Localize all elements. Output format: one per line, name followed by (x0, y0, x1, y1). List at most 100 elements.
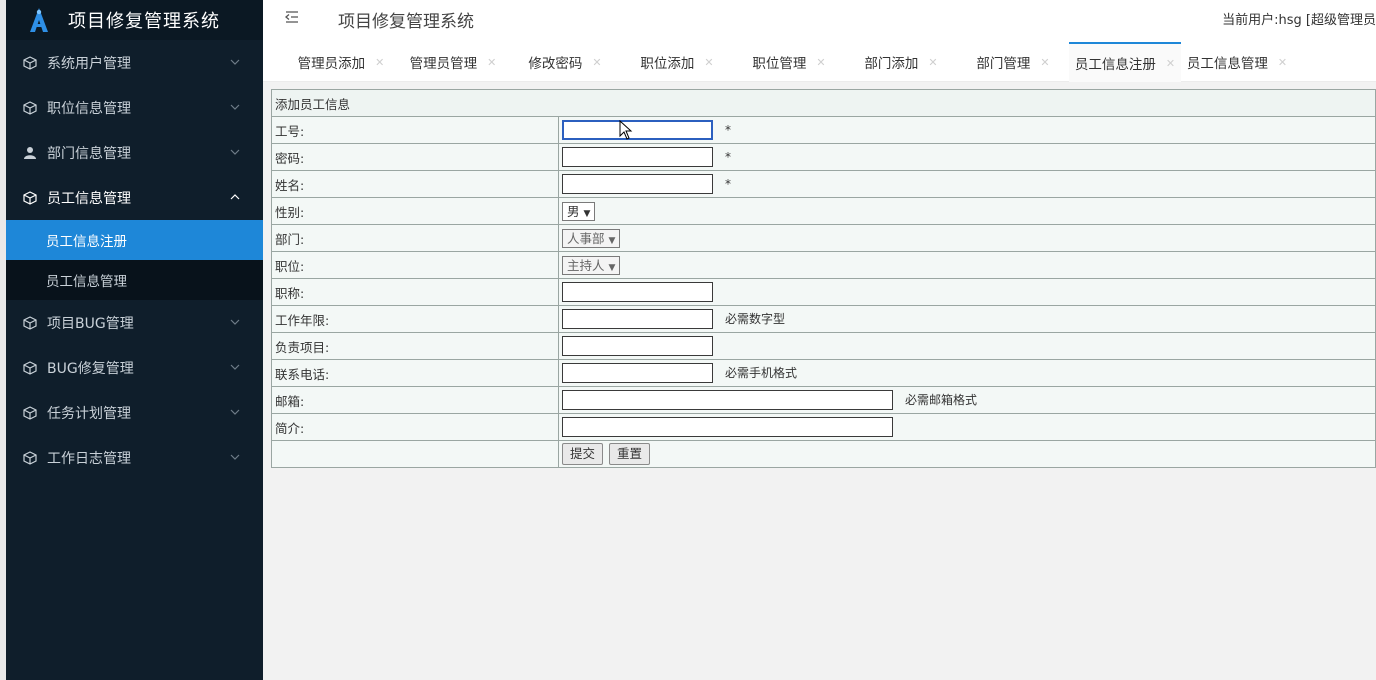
sidebar: 项目修复管理系统 系统用户管理 职位信息管理 部门信息管理 员工信息管理 员工信… (0, 0, 263, 680)
cube-icon (23, 450, 37, 465)
gender-select[interactable]: 男 ▼ (562, 201, 596, 221)
form-caption: 添加员工信息 (271, 89, 1376, 117)
tab-bar: 管理员添加 ✕ 管理员管理 ✕ 修改密码 ✕ 职位添加 ✕ 职位管理 ✕ 部门添加 ✕ 部门… (263, 42, 1376, 82)
form-row: 职称: (271, 278, 1376, 306)
tab-department-add[interactable]: 部门添加 ✕ (845, 42, 957, 82)
chevron-down-icon (230, 409, 240, 415)
sidebar-item-positions[interactable]: 职位信息管理 (6, 85, 263, 130)
form-row: 提交 重置 (271, 440, 1376, 468)
reset-button[interactable]: 重置 (609, 443, 651, 465)
field-label: 职位: (271, 251, 559, 279)
cube-icon (23, 55, 37, 70)
cube-icon (23, 405, 37, 420)
sidebar-item-label: BUG修复管理 (47, 360, 134, 377)
position-select[interactable]: 主持人 ▼ (562, 255, 621, 275)
close-icon[interactable]: ✕ (1040, 56, 1049, 69)
title-input[interactable] (562, 282, 713, 302)
employee-form-table: 添加员工信息 工号: * 密码: * 姓名: * 性别: 男 ▼ 部门: 人事部 ▼… (271, 89, 1376, 468)
cube-icon (23, 100, 37, 115)
sidebar-item-system-users[interactable]: 系统用户管理 (6, 40, 263, 85)
required-mark: * (725, 176, 731, 191)
close-icon[interactable]: ✕ (375, 56, 384, 69)
select-value: 人事部 (567, 230, 605, 246)
chevron-down-icon (230, 59, 240, 65)
tab-position-add[interactable]: 职位添加 ✕ (621, 42, 733, 82)
tab-label: 职位添加 (640, 56, 695, 72)
sidebar-item-label: 员工信息管理 (47, 190, 131, 207)
sidebar-menu: 系统用户管理 职位信息管理 部门信息管理 员工信息管理 员工信息注册 员工信息管… (6, 40, 263, 480)
sidebar-item-label: 部门信息管理 (47, 145, 131, 162)
sidebar-item-task-plans[interactable]: 任务计划管理 (6, 390, 263, 435)
cube-icon (23, 190, 37, 205)
field-label: 姓名: (271, 170, 559, 198)
sidebar-subitem-employee-manage[interactable]: 员工信息管理 (6, 260, 263, 300)
tab-department-manage[interactable]: 部门管理 ✕ (957, 42, 1069, 82)
dropdown-arrow-icon: ▼ (583, 208, 591, 219)
sidebar-item-work-logs[interactable]: 工作日志管理 (6, 435, 263, 480)
sidebar-item-departments[interactable]: 部门信息管理 (6, 130, 263, 175)
sidebar-item-bug-fixes[interactable]: BUG修复管理 (6, 345, 263, 390)
tab-label: 员工信息注册 (1074, 57, 1156, 73)
sidebar-item-label: 任务计划管理 (47, 405, 131, 422)
field-label: 简介: (271, 413, 559, 441)
dropdown-arrow-icon: ▼ (608, 235, 616, 246)
form-row: 工号: * (271, 116, 1376, 144)
tab-label: 修改密码 (528, 56, 583, 72)
chevron-up-icon (230, 194, 240, 200)
sidebar-item-project-bugs[interactable]: 项目BUG管理 (6, 300, 263, 345)
form-row: 密码: * (271, 143, 1376, 171)
intro-input[interactable] (562, 417, 893, 437)
sidebar-item-label: 工作日志管理 (47, 450, 131, 467)
department-select[interactable]: 人事部 ▼ (562, 228, 621, 248)
form-row: 姓名: * (271, 170, 1376, 198)
submenu-employees: 员工信息注册 员工信息管理 (6, 220, 263, 300)
work-years-input[interactable] (562, 309, 713, 329)
form-row: 联系电话: 必需手机格式 (271, 359, 1376, 387)
password-input[interactable] (562, 147, 713, 167)
required-mark: * (725, 122, 731, 137)
close-icon[interactable]: ✕ (704, 56, 713, 69)
tab-employee-manage[interactable]: 员工信息管理 ✕ (1181, 42, 1293, 82)
sidebar-item-label: 系统用户管理 (47, 55, 131, 72)
tab-position-manage[interactable]: 职位管理 ✕ (733, 42, 845, 82)
close-icon[interactable]: ✕ (1166, 57, 1175, 70)
close-icon[interactable]: ✕ (592, 56, 601, 69)
menu-toggle-icon[interactable] (283, 8, 301, 26)
close-icon[interactable]: ✕ (1278, 56, 1287, 69)
user-icon (23, 146, 37, 160)
tab-employee-register[interactable]: 员工信息注册 ✕ (1069, 42, 1181, 82)
form-row: 工作年限: 必需数字型 (271, 305, 1376, 333)
tab-admin-add[interactable]: 管理员添加 ✕ (285, 42, 397, 82)
form-row: 邮箱: 必需邮箱格式 (271, 386, 1376, 414)
project-input[interactable] (562, 336, 713, 356)
field-label: 邮箱: (271, 386, 559, 414)
form-row: 简介: (271, 413, 1376, 441)
chevron-down-icon (230, 319, 240, 325)
mouse-cursor-icon (619, 120, 633, 140)
current-user[interactable]: 当前用户:hsg [超级管理员 (1222, 9, 1376, 28)
submit-button[interactable]: 提交 (562, 443, 604, 465)
close-icon[interactable]: ✕ (487, 56, 496, 69)
empty-cell (271, 440, 559, 468)
name-input[interactable] (562, 174, 713, 194)
select-value: 主持人 (567, 257, 605, 273)
emp-no-input[interactable] (562, 120, 713, 140)
field-hint: 必需数字型 (725, 311, 786, 326)
close-icon[interactable]: ✕ (816, 56, 825, 69)
form-row: 职位: 主持人 ▼ (271, 251, 1376, 279)
sidebar-item-label: 职位信息管理 (47, 100, 131, 117)
phone-input[interactable] (562, 363, 713, 383)
cube-icon (23, 360, 37, 375)
tab-change-password[interactable]: 修改密码 ✕ (509, 42, 621, 82)
close-icon[interactable]: ✕ (928, 56, 937, 69)
chevron-down-icon (230, 364, 240, 370)
sidebar-subitem-employee-register[interactable]: 员工信息注册 (6, 220, 263, 260)
select-value: 男 (567, 203, 580, 219)
sidebar-item-employees[interactable]: 员工信息管理 (6, 175, 263, 220)
field-label: 工作年限: (271, 305, 559, 333)
tab-admin-manage[interactable]: 管理员管理 ✕ (397, 42, 509, 82)
form-row: 负责项目: (271, 332, 1376, 360)
sidebar-item-label: 项目BUG管理 (47, 315, 134, 332)
field-label: 负责项目: (271, 332, 559, 360)
email-input[interactable] (562, 390, 893, 410)
